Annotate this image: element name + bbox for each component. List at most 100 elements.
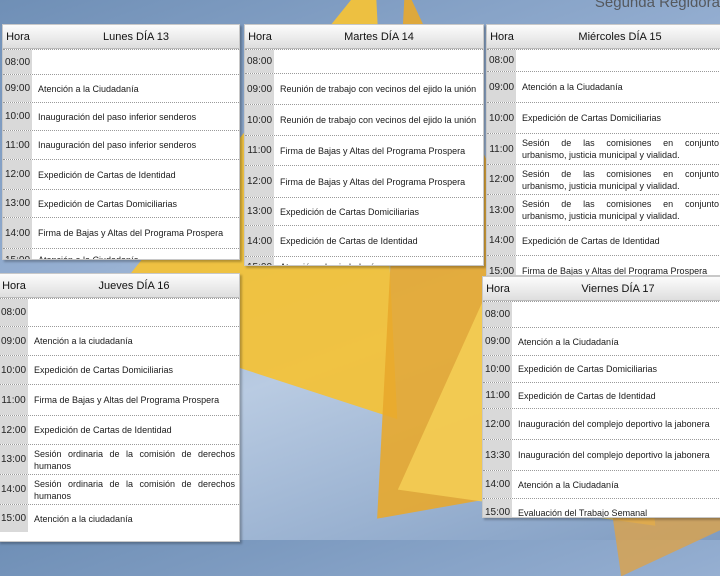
schedule-row: 12:00 Expedición de Cartas de Identidad xyxy=(0,415,239,444)
event-cell: Reunión de trabajo con vecinos del ejido… xyxy=(280,84,477,94)
schedule-row: 15:00Atención a la ciudadanía xyxy=(245,256,483,265)
schedule-row: 14:00 Atención a la Ciudadanía xyxy=(483,470,720,498)
schedule-row: 13:00 Expedición de Cartas Domiciliarias xyxy=(3,189,239,217)
event-cell: Inauguración del paso inferior senderos xyxy=(38,111,197,122)
panel-header: Hora Miércoles DÍA 15 xyxy=(487,25,720,49)
time-cell: 11:00 xyxy=(3,131,34,159)
event-cell xyxy=(514,302,720,327)
event-cell: Firma de Bajas y Altas del Programa Pros… xyxy=(34,395,220,405)
panel-header: Hora Lunes DÍA 13 xyxy=(3,25,239,49)
event-cell: Firma de Bajas y Altas del Programa Pros… xyxy=(280,145,466,156)
event-cell: Atención a la ciudadanía xyxy=(276,257,483,265)
event-cell: Atención a la Ciudadanía xyxy=(522,82,623,92)
event-cell: Atención a la Ciudadanía xyxy=(38,83,139,94)
event-cell: Expedición de Cartas de Identidad xyxy=(38,169,176,180)
schedule-row: 08:00 xyxy=(245,49,483,73)
schedule-row: 11:00 Sesión de las comisiones en conjunt… xyxy=(487,133,720,164)
event-cell: Firma de Bajas y Altas del Programa Pros… xyxy=(38,228,224,238)
schedule-panel-miercoles: Hora Miércoles DÍA 15 08:00 09:00 Atención a… xyxy=(486,24,720,276)
time-cell: 12:00 xyxy=(487,165,518,194)
time-cell: 15:00 xyxy=(483,499,514,517)
time-cell: 12:00 xyxy=(245,166,276,197)
event-cell: Expedición de Cartas Domiciliarias xyxy=(34,365,174,375)
time-cell: 14:00 xyxy=(487,226,518,255)
time-cell: 10:00 xyxy=(487,103,518,133)
event-cell: Expedición de Cartas de Identidad xyxy=(280,236,418,246)
schedule-row: 10:00 Inauguración del paso inferior send… xyxy=(3,102,239,130)
panel-header: Hora Martes DÍA 14 xyxy=(245,25,483,49)
schedule-row: 09:00 Reunión de trabajo con vecinos del … xyxy=(245,73,483,104)
time-cell: 09:00 xyxy=(0,327,30,355)
event-cell: Expedición de Cartas Domiciliarias xyxy=(38,198,178,209)
event-cell: Sesión de las comisiones en conjunto urb… xyxy=(522,168,719,191)
event-cell: Inauguración del complejo deportivo la j… xyxy=(518,419,710,429)
time-cell: 12:00 xyxy=(3,160,34,189)
schedule-row: 09:00 Atención a la ciudadanía xyxy=(0,326,239,355)
event-cell: Evaluación del Trabajo Semanal xyxy=(518,507,648,518)
time-cell: 15:00 xyxy=(487,256,518,275)
time-cell: 10:00 xyxy=(0,356,30,384)
schedule-row: 10:00 Reunión de trabajo con vecinos del … xyxy=(245,104,483,135)
hora-header: Hora xyxy=(6,30,30,43)
event-cell: Atención a la ciudadanía xyxy=(34,513,133,524)
time-cell: 15:00 xyxy=(3,249,34,259)
time-cell: 09:00 xyxy=(3,75,34,102)
time-cell: 13:00 xyxy=(245,198,276,225)
schedule-row: 14:00 Expedición de Cartas de Identidad xyxy=(487,225,720,255)
time-cell: 11:00 xyxy=(487,134,518,164)
day-header: Viernes DÍA 17 xyxy=(581,282,655,295)
time-cell: 14:00 xyxy=(3,218,34,248)
time-cell: 09:00 xyxy=(487,72,518,102)
event-cell: Expedición de Cartas Domiciliarias xyxy=(518,364,658,374)
day-header: Miércoles DÍA 15 xyxy=(578,30,662,43)
schedule-row: 12:00 Inauguración del complejo deportivo… xyxy=(483,408,720,439)
event-cell: Expedición de Cartas de Identidad xyxy=(34,425,172,435)
event-cell: Firma de Bajas y Altas del Programa Pros… xyxy=(280,176,466,187)
time-cell: 08:00 xyxy=(3,50,34,74)
schedule-panel-lunes: Hora Lunes DÍA 13 08:00 09:00 Atención a la … xyxy=(2,24,240,260)
schedule-row: 10:00 Expedición de Cartas Domiciliarias xyxy=(0,355,239,384)
time-cell: 11:00 xyxy=(0,385,30,415)
schedule-row: 12:00 Expedición de Cartas de Identidad xyxy=(3,159,239,189)
event-cell: Sesión de las comisiones en conjunto urb… xyxy=(522,138,719,160)
page-title: Segunda Regidora xyxy=(594,0,720,11)
time-cell: 13:00 xyxy=(3,190,34,217)
time-cell: 08:00 xyxy=(487,50,518,71)
time-cell: 12:00 xyxy=(483,409,514,439)
panel-header: Hora Jueves DÍA 16 xyxy=(0,274,239,298)
hora-header: Hora xyxy=(2,279,26,292)
event-cell xyxy=(518,50,720,71)
event-cell: Inauguración del complejo deportivo la j… xyxy=(518,450,710,460)
time-cell: 12:00 xyxy=(0,416,30,444)
time-cell: 14:00 xyxy=(245,226,276,256)
day-header: Jueves DÍA 16 xyxy=(98,279,170,292)
event-cell: Inauguración del paso inferior senderos xyxy=(38,140,197,150)
schedule-row: 08:00 xyxy=(3,49,239,74)
schedule-row: 13:00 Expedición de Cartas Domiciliarias xyxy=(245,197,483,225)
time-cell: 13:00 xyxy=(0,445,30,474)
event-cell: Expedición de Cartas de Identidad xyxy=(518,390,656,401)
time-cell: 14:00 xyxy=(0,475,30,504)
time-cell: 08:00 xyxy=(0,299,30,326)
time-cell: 08:00 xyxy=(483,302,514,327)
event-cell xyxy=(30,299,239,326)
time-cell: 09:00 xyxy=(245,74,276,104)
schedule-row: 10:00 Expedición de Cartas Domiciliarias xyxy=(487,102,720,133)
schedule-row: 15:00Atención a la ciudadanía xyxy=(0,504,239,532)
time-cell: 13:00 xyxy=(487,195,518,225)
time-cell: 10:00 xyxy=(3,103,34,130)
time-cell: 09:00 xyxy=(483,328,514,355)
event-cell: Firma de Bajas y Altas del Programa Pros… xyxy=(522,266,708,276)
day-header: Martes DÍA 14 xyxy=(344,30,414,43)
event-cell: Expedición de Cartas Domiciliarias xyxy=(522,113,662,123)
hora-header: Hora xyxy=(486,282,510,295)
schedule-panel-viernes: Hora Viernes DÍA 17 08:00 09:00 Atención a l… xyxy=(482,276,720,518)
schedule-row: 14:00 Sesión ordinaria de la comisión de … xyxy=(0,474,239,504)
event-cell xyxy=(34,50,239,74)
schedule-row: 15:00 Evaluación del Trabajo Semanal xyxy=(483,498,720,518)
hora-header: Hora xyxy=(248,30,272,43)
schedule-row: 14:00 Expedición de Cartas de Identidad xyxy=(245,225,483,256)
hora-header: Hora xyxy=(490,30,514,43)
event-cell: Expedición de Cartas Domiciliarias xyxy=(280,206,420,217)
event-cell xyxy=(276,50,483,73)
